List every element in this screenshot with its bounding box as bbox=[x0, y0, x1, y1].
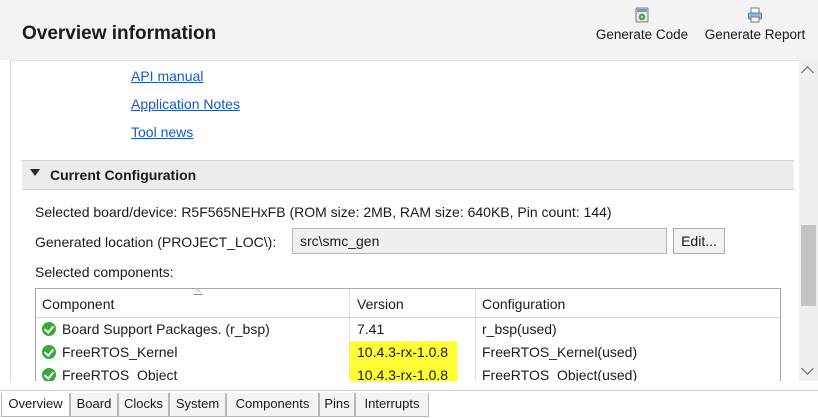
page-title: Overview information bbox=[22, 23, 217, 44]
scroll-up-icon[interactable] bbox=[801, 66, 814, 79]
configuration-cell: r_bsp(used) bbox=[482, 321, 557, 337]
check-circle-icon bbox=[42, 345, 56, 359]
check-circle-icon bbox=[42, 368, 56, 381]
tab-overview[interactable]: Overview bbox=[1, 393, 70, 417]
configuration-cell: FreeRTOS_Object(used) bbox=[482, 367, 638, 381]
generated-location-field[interactable] bbox=[292, 228, 667, 254]
version-cell: 10.4.3-rx-1.0.8 bbox=[357, 367, 449, 381]
selected-components-label: Selected components: bbox=[35, 264, 174, 280]
tab-pins[interactable]: Pins bbox=[319, 393, 355, 417]
generate-report-label: Generate Report bbox=[704, 27, 806, 42]
generate-report-icon bbox=[748, 7, 762, 23]
generate-code-label: Generate Code bbox=[595, 27, 689, 42]
table-row[interactable]: FreeRTOS_Object 10.4.3-rx-1.0.8 FreeRTOS… bbox=[36, 364, 780, 381]
overview-header: Overview information Generate Code Gener… bbox=[0, 0, 818, 60]
column-header-version[interactable]: Version bbox=[357, 296, 404, 312]
version-cell: 7.41 bbox=[357, 321, 385, 337]
generate-code-icon bbox=[635, 7, 649, 23]
version-cell: 10.4.3-rx-1.0.8 bbox=[357, 344, 449, 360]
table-row[interactable]: FreeRTOS_Kernel 10.4.3-rx-1.0.8 FreeRTOS… bbox=[36, 341, 780, 363]
vertical-scrollbar[interactable] bbox=[799, 60, 818, 381]
column-header-component[interactable]: Component bbox=[42, 296, 114, 312]
tab-components[interactable]: Components bbox=[226, 393, 319, 417]
column-header-configuration[interactable]: Configuration bbox=[482, 296, 565, 312]
generate-report-button[interactable]: Generate Report bbox=[700, 4, 810, 58]
edit-button[interactable]: Edit... bbox=[673, 228, 725, 254]
configuration-cell: FreeRTOS_Kernel(used) bbox=[482, 344, 638, 360]
section-title: Current Configuration bbox=[50, 167, 197, 183]
table-header: Component Version Configuration bbox=[36, 289, 780, 318]
table-row[interactable]: Board Support Packages. (r_bsp) 7.41 r_b… bbox=[36, 318, 780, 340]
application-notes-link[interactable]: Application Notes bbox=[131, 96, 240, 112]
sort-caret-icon bbox=[193, 289, 203, 295]
scrollbar-thumb[interactable] bbox=[801, 225, 816, 306]
tab-interrupts[interactable]: Interrupts bbox=[355, 393, 429, 417]
component-cell: FreeRTOS_Kernel bbox=[62, 344, 178, 360]
component-cell: Board Support Packages. (r_bsp) bbox=[62, 321, 270, 337]
collapse-arrow-icon[interactable] bbox=[30, 169, 40, 176]
tab-system[interactable]: System bbox=[169, 393, 226, 417]
components-table: Component Version Configuration Board Su… bbox=[35, 288, 781, 381]
scroll-down-icon[interactable] bbox=[801, 362, 814, 375]
api-manual-link[interactable]: API manual bbox=[131, 68, 203, 84]
tool-news-link[interactable]: Tool news bbox=[131, 124, 193, 140]
bottom-tab-bar: Overview Board Clocks System Components … bbox=[0, 390, 818, 418]
component-cell: FreeRTOS_Object bbox=[62, 367, 178, 381]
generate-code-button[interactable]: Generate Code bbox=[593, 4, 691, 58]
tab-board[interactable]: Board bbox=[70, 393, 118, 417]
current-configuration-section-header[interactable]: Current Configuration bbox=[22, 160, 794, 190]
selected-device-text: Selected board/device: R5F565NEHxFB (ROM… bbox=[35, 204, 612, 220]
generated-location-label: Generated location (PROJECT_LOC\): bbox=[35, 234, 277, 250]
tab-clocks[interactable]: Clocks bbox=[118, 393, 169, 417]
check-circle-icon bbox=[42, 322, 56, 336]
